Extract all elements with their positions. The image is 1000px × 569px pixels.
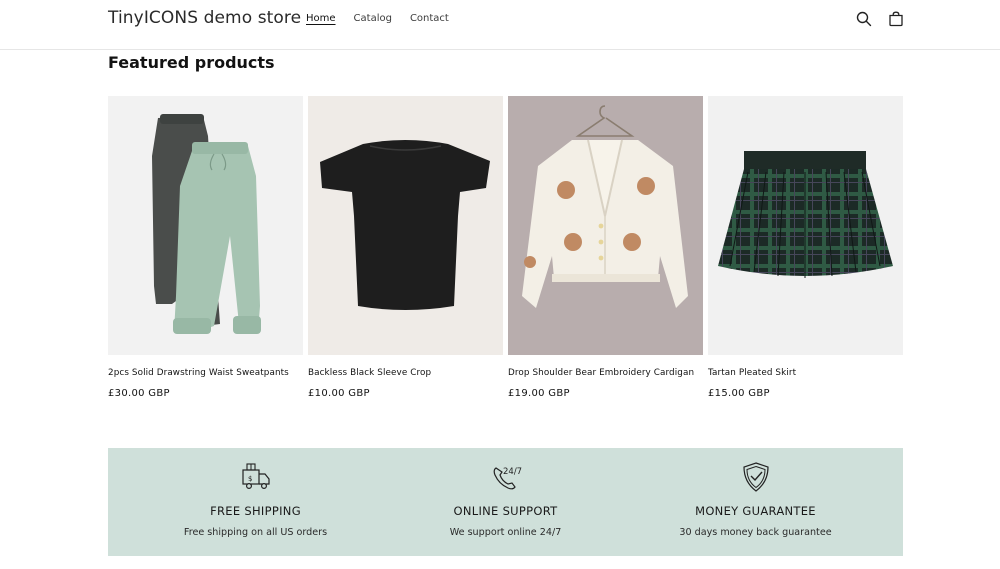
product-card[interactable]: Backless Black Sleeve Crop £10.00 GBP — [308, 96, 503, 399]
product-price: £19.00 GBP — [508, 388, 570, 399]
product-price: £15.00 GBP — [708, 388, 770, 399]
product-card[interactable]: Drop Shoulder Bear Embroidery Cardigan £… — [508, 96, 703, 399]
feature-title: MONEY GUARANTEE — [695, 504, 816, 518]
feature-title: FREE SHIPPING — [210, 504, 301, 518]
product-name[interactable]: Backless Black Sleeve Crop — [308, 368, 431, 378]
feature-description: Free shipping on all US orders — [183, 527, 328, 538]
featured-products-title: Featured products — [108, 53, 275, 72]
cart-icon[interactable] — [887, 10, 905, 28]
product-price: £30.00 GBP — [108, 388, 170, 399]
site-header: TinyICONS demo store Home Catalog Contac… — [0, 0, 1000, 50]
svg-text:$: $ — [248, 475, 252, 483]
product-price: £10.00 GBP — [308, 388, 370, 399]
main-nav: Home Catalog Contact — [306, 12, 467, 26]
store-logo[interactable]: TinyICONS demo store — [108, 8, 301, 28]
nav-contact[interactable]: Contact — [410, 12, 449, 26]
sweatpants-image[interactable] — [108, 96, 303, 355]
feature-online-support: 24/7 ONLINE SUPPORT We support online 24… — [373, 448, 638, 556]
feature-free-shipping: $ FREE SHIPPING Free shipping on all US … — [123, 448, 388, 556]
tartan-skirt-image[interactable] — [708, 96, 903, 355]
shield-check-icon — [740, 462, 772, 492]
product-name[interactable]: 2pcs Solid Drawstring Waist Sweatpants — [108, 368, 289, 378]
black-crop-top-image[interactable] — [308, 96, 503, 355]
nav-catalog[interactable]: Catalog — [354, 12, 392, 26]
product-name[interactable]: Tartan Pleated Skirt — [708, 368, 796, 378]
feature-description: 30 days money back guarantee — [679, 527, 832, 538]
product-name[interactable]: Drop Shoulder Bear Embroidery Cardigan — [508, 368, 694, 378]
feature-title: ONLINE SUPPORT — [453, 504, 558, 518]
bear-cardigan-image[interactable] — [508, 96, 703, 355]
feature-money-guarantee: MONEY GUARANTEE 30 days money back guara… — [623, 448, 888, 556]
product-card[interactable]: Tartan Pleated Skirt £15.00 GBP — [708, 96, 903, 399]
feature-description: We support online 24/7 — [449, 527, 562, 538]
search-icon[interactable] — [855, 10, 873, 28]
shipping-truck-icon: $ — [240, 462, 272, 492]
features-band: $ FREE SHIPPING Free shipping on all US … — [108, 448, 903, 556]
product-card[interactable]: 2pcs Solid Drawstring Waist Sweatpants £… — [108, 96, 303, 399]
phone-24-7-icon: 24/7 — [490, 462, 522, 492]
svg-text:24/7: 24/7 — [503, 467, 522, 477]
nav-home[interactable]: Home — [306, 12, 336, 26]
